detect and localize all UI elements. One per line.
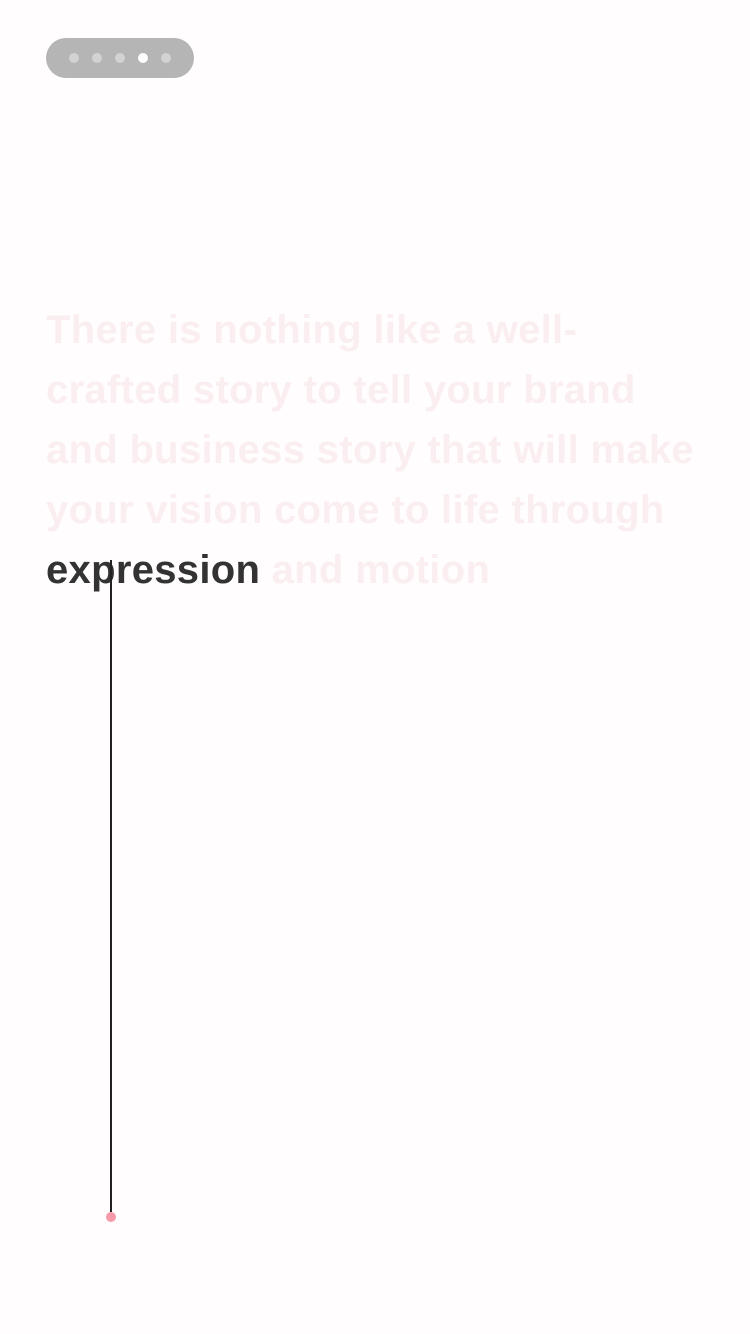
timeline-progress-dot bbox=[106, 1212, 116, 1222]
headline-text: There is nothing like a well- crafted sto… bbox=[46, 300, 706, 600]
page-dot-2[interactable] bbox=[92, 53, 102, 63]
headline-word: a bbox=[452, 308, 476, 352]
headline-word: tell bbox=[353, 368, 413, 412]
headline-word: life bbox=[441, 488, 501, 532]
headline-word: will bbox=[513, 428, 580, 472]
headline-word: - bbox=[563, 308, 578, 352]
headline-word: vision bbox=[145, 488, 263, 532]
headline-word: and bbox=[271, 548, 344, 592]
headline-word: well bbox=[486, 308, 564, 352]
headline-word: crafted bbox=[46, 368, 182, 412]
page-dot-3[interactable] bbox=[115, 53, 125, 63]
headline-word: your bbox=[423, 368, 512, 412]
headline-word-highlighted: expression bbox=[46, 548, 261, 592]
headline-word: motion bbox=[355, 548, 491, 592]
headline-word: is bbox=[167, 308, 202, 352]
headline-word: to bbox=[303, 368, 342, 412]
headline-word: brand bbox=[523, 368, 636, 412]
headline-word: business bbox=[129, 428, 306, 472]
headline-word: and bbox=[46, 428, 119, 472]
headline-word: that bbox=[427, 428, 502, 472]
page-dot-4-active[interactable] bbox=[138, 53, 148, 63]
headline-word: like bbox=[373, 308, 442, 352]
headline-word: through bbox=[511, 488, 665, 532]
headline-word: story bbox=[192, 368, 293, 412]
timeline-line bbox=[110, 560, 112, 1212]
headline-word: nothing bbox=[213, 308, 362, 352]
headline-word: your bbox=[46, 488, 134, 532]
headline-word: come bbox=[274, 488, 380, 532]
headline-word: There bbox=[46, 308, 157, 352]
page-dot-1[interactable] bbox=[69, 53, 79, 63]
headline-word: story bbox=[316, 428, 416, 472]
headline-word: to bbox=[391, 488, 430, 532]
headline-word: make bbox=[590, 428, 694, 472]
page-dot-5[interactable] bbox=[161, 53, 171, 63]
page-indicator[interactable] bbox=[46, 38, 194, 78]
